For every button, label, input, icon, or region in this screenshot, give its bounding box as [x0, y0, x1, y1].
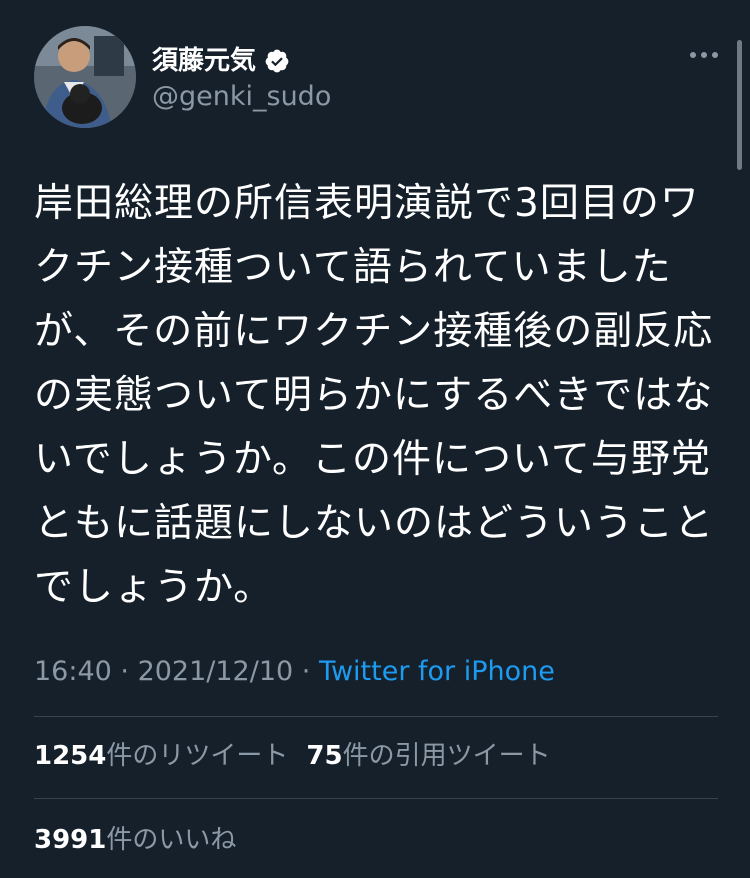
- likes-stat[interactable]: 3991件のいいね: [34, 825, 236, 855]
- tweet-meta: 16:40 · 2021/12/10 · Twitter for iPhone: [34, 652, 555, 692]
- meta-separator: ·: [293, 656, 319, 687]
- tweet-source-link[interactable]: Twitter for iPhone: [319, 656, 555, 687]
- user-handle[interactable]: @genki_sudo: [152, 80, 331, 114]
- more-options-icon[interactable]: [690, 52, 718, 58]
- tweet-text: 岸田総理の所信表明演説で3回目のワクチン接種ついて語られていましたが、その前にワ…: [34, 181, 715, 610]
- quotes-label: 件の引用ツイート: [342, 741, 551, 771]
- tweet-date[interactable]: 2021/12/10: [138, 656, 294, 687]
- display-name[interactable]: 須藤元気: [152, 46, 331, 76]
- retweets-label: 件のリツイート: [106, 741, 289, 771]
- scrollbar[interactable]: [737, 40, 742, 170]
- divider: [34, 716, 718, 717]
- divider: [34, 798, 718, 799]
- retweets-stat[interactable]: 1254件のリツイート: [34, 741, 288, 771]
- verified-badge-icon: [264, 48, 290, 74]
- quotes-count: 75: [306, 741, 343, 771]
- tweet-header: 須藤元気 @genki_sudo: [34, 26, 724, 132]
- quotes-stat[interactable]: 75件の引用ツイート: [306, 741, 550, 771]
- user-names: 須藤元気 @genki_sudo: [152, 46, 331, 114]
- meta-separator: ·: [111, 656, 138, 687]
- retweets-count: 1254: [34, 741, 107, 771]
- likes-stats: 3991件のいいね: [34, 820, 236, 860]
- retweet-quote-stats: 1254件のリツイート 75件の引用ツイート: [34, 736, 551, 776]
- tweet-time[interactable]: 16:40: [34, 656, 112, 687]
- avatar[interactable]: [34, 26, 136, 128]
- likes-count: 3991: [34, 825, 107, 855]
- likes-label: 件のいいね: [106, 825, 237, 855]
